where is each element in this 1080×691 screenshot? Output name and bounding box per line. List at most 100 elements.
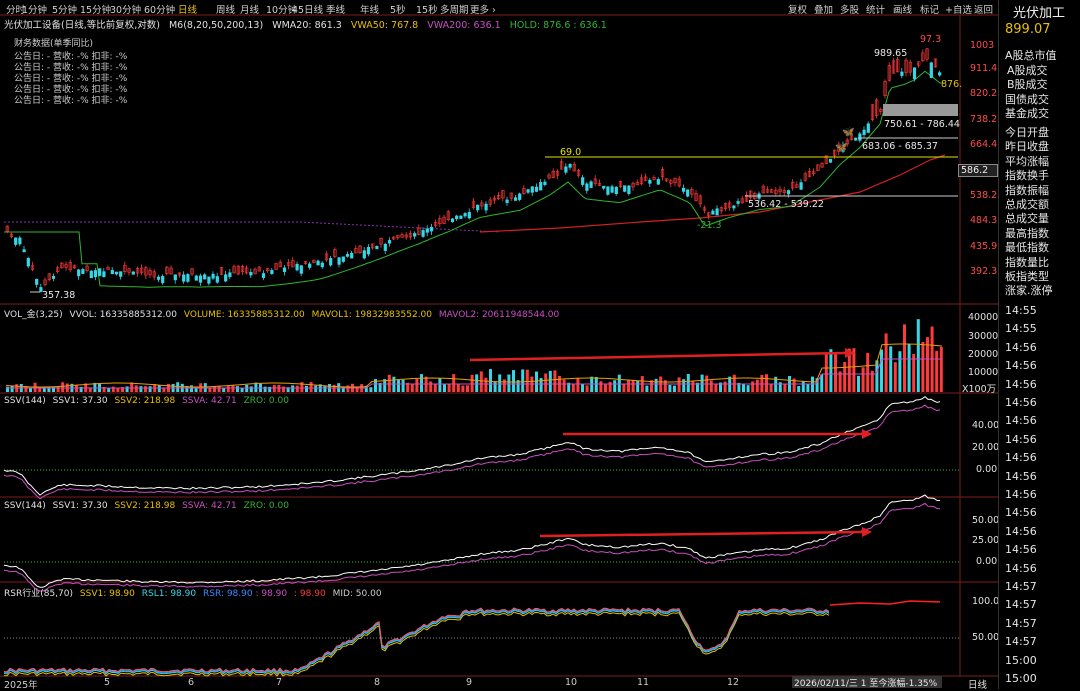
- candle-body: [539, 182, 543, 191]
- volume-bar: [176, 382, 180, 392]
- candle-body: [299, 265, 303, 274]
- candle-body: [249, 271, 253, 276]
- candle-body: [173, 274, 177, 281]
- tick-time: 14:56: [1005, 469, 1037, 483]
- ssv2-indicator-header: SSV(144) SSV1: 37.30 SSV2: 218.98 SSVA: …: [4, 501, 289, 511]
- rsl1-value: RSL1: 98.90: [141, 589, 197, 599]
- ssv2-axis-label: 0.00: [976, 556, 998, 567]
- volume-bar: [668, 384, 672, 392]
- volume-bar: [677, 377, 681, 392]
- candle-body: [350, 252, 354, 259]
- volume-bar: [157, 385, 161, 392]
- candle-body: [900, 71, 904, 76]
- volume-axis-label: 30000: [968, 331, 999, 342]
- time-axis-label: 8: [374, 677, 381, 688]
- volume-bar: [282, 386, 285, 392]
- price-axis-label: 911.4: [970, 63, 998, 74]
- candle-body: [627, 185, 631, 194]
- volume-bar: [732, 374, 736, 392]
- candle-body: [589, 181, 593, 188]
- volume-bar: [323, 385, 327, 392]
- volume-ma2-line: [6, 358, 942, 389]
- volume-bar: [861, 367, 865, 392]
- candle-body: [224, 274, 228, 282]
- info-menu-item[interactable]: 基金成交: [1005, 105, 1049, 121]
- range-label: 750.61 - 786.44: [884, 119, 960, 130]
- volume-bar: [475, 374, 479, 392]
- volume-bar: [452, 374, 456, 392]
- mavol1-value: MAVOL1: 19832983552.00: [311, 310, 433, 320]
- volume-bar: [387, 374, 391, 392]
- volume-bar: [401, 379, 405, 392]
- volume-bar: [627, 379, 630, 392]
- candle-body: [656, 179, 660, 185]
- candle-body: [686, 189, 690, 197]
- candle-body: [543, 181, 547, 185]
- rsr-red-line: [3, 607, 830, 673]
- zro-value: ZRO: 0.00: [243, 501, 289, 511]
- volume-bar: [553, 370, 557, 392]
- tick-time: 14:55: [1005, 304, 1037, 317]
- time-axis-label: 7: [276, 677, 283, 688]
- volume-bar: [765, 374, 768, 392]
- volume-bar: [723, 381, 727, 392]
- candle-body: [114, 271, 119, 275]
- ssv2-axis-label: 50.00: [972, 515, 1000, 526]
- volume-bar: [116, 387, 120, 392]
- tick-time: 14:56: [1005, 451, 1037, 465]
- time-axis-label: 6: [188, 677, 195, 688]
- high-pct-label: 97.3: [920, 34, 941, 45]
- volume-bar: [746, 385, 750, 392]
- volume-bar: [484, 377, 488, 392]
- candle-body: [375, 246, 379, 250]
- volume-bar: [75, 385, 78, 392]
- volume-bar: [222, 387, 226, 392]
- volume-bar: [489, 369, 492, 392]
- candle-body: [22, 249, 26, 253]
- candle-body: [341, 256, 345, 262]
- candle-body: [295, 263, 299, 271]
- info-menu-item[interactable]: 涨家.涨停: [1005, 282, 1053, 298]
- volume-bar: [525, 369, 529, 392]
- candle-body: [207, 276, 211, 284]
- trend-arrow: [469, 351, 846, 362]
- candle-body: [131, 271, 135, 275]
- candle-body: [35, 278, 39, 285]
- volume-bar: [433, 383, 437, 392]
- volume-bar: [576, 378, 580, 392]
- tick-time: 14:57: [1005, 580, 1037, 593]
- volume-bar: [912, 353, 916, 392]
- price-axis-label: 435.9: [970, 241, 998, 252]
- candle-body: [425, 228, 429, 233]
- volume-bar: [56, 386, 60, 392]
- volume-bar: [466, 385, 469, 392]
- current-price-tag: 586.2: [958, 164, 998, 177]
- volume-bar: [139, 386, 143, 392]
- candle-body: [610, 186, 614, 193]
- current-label: 876.: [941, 79, 962, 90]
- candle-body: [215, 276, 219, 283]
- candle-body: [606, 186, 610, 195]
- candle-body: [581, 177, 585, 185]
- volume-bar: [843, 361, 847, 392]
- volume-bar: [769, 384, 773, 392]
- volume-bar: [369, 387, 373, 392]
- volume-bar: [415, 378, 419, 392]
- time-axis-label: 11: [637, 677, 650, 688]
- volume-bar: [709, 380, 713, 392]
- ssv1-indicator-header: SSV(144) SSV1: 37.30 SSV2: 218.98 SSVA: …: [4, 396, 289, 406]
- candle-body: [711, 210, 715, 215]
- candle-body: [119, 271, 123, 277]
- candle-body: [18, 237, 22, 245]
- tick-time: 14:56: [1005, 524, 1037, 538]
- volume-bar: [903, 324, 906, 392]
- price-axis-label: 484.3: [970, 215, 998, 226]
- tick-time: 14:56: [1005, 488, 1037, 501]
- rsr-current-line: [829, 600, 941, 606]
- ssva-value: SSVA: 42.71: [182, 396, 237, 406]
- candle-body: [623, 185, 627, 192]
- candle-body: [450, 218, 455, 223]
- price-axis-label: 1003: [970, 40, 995, 51]
- candle-body: [198, 275, 203, 283]
- candle-body: [182, 274, 186, 282]
